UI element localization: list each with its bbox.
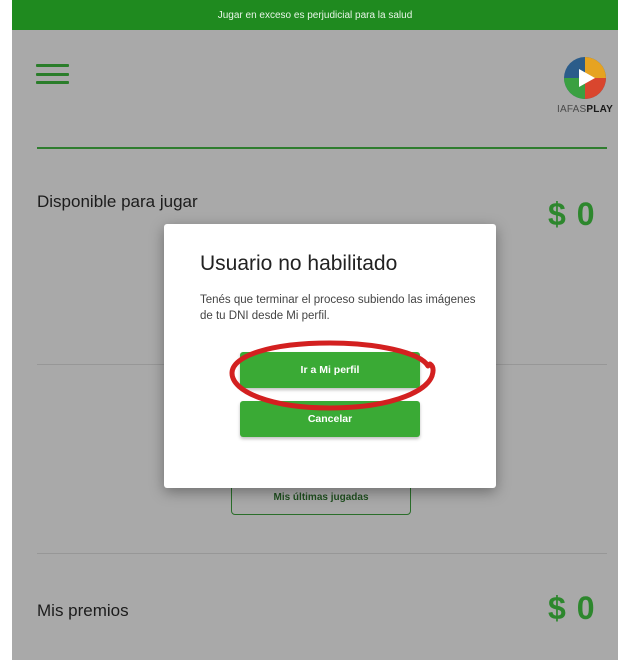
iafas-play-logo-icon [564,57,606,99]
my-prizes-label: Mis premios [37,601,129,620]
health-warning-banner: Jugar en exceso es perjudicial para la s… [12,0,618,30]
dialog-message: Tenés que terminar el proceso subiendo l… [200,294,476,322]
my-prizes-amount: $ 0 [548,590,596,626]
cancel-button[interactable]: Cancelar [240,401,420,437]
logo-wordmark: IAFASPLAY [557,104,613,115]
header-divider [37,147,607,149]
hamburger-icon[interactable] [36,64,69,84]
available-balance-label: Disponible para jugar [37,192,198,211]
dialog-title: Usuario no habilitado [200,252,398,275]
section-divider [37,553,607,554]
go-to-profile-button[interactable]: Ir a Mi perfil [240,352,420,388]
iafas-play-logo: IAFASPLAY [550,56,618,126]
user-not-enabled-dialog: Usuario no habilitado Tenés que terminar… [164,224,496,488]
available-balance-amount: $ 0 [548,196,596,232]
banner-text: Jugar en exceso es perjudicial para la s… [217,9,413,21]
